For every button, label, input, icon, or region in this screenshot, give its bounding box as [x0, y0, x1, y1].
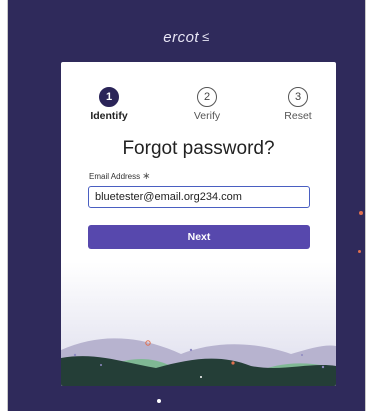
forgot-password-card: 1 Identify 2 Verify 3 Reset Forgot passw… — [61, 62, 336, 386]
step-reset: 3 Reset — [273, 87, 323, 122]
email-label: Email Address ∗ — [89, 171, 151, 182]
step-verify: 2 Verify — [182, 87, 232, 122]
step-identify-label: Identify — [90, 110, 128, 122]
ercot-logo-icon: ≤ — [202, 29, 210, 44]
step-identify: 1 Identify — [84, 87, 134, 122]
asterisk-icon: ∗ — [142, 171, 151, 182]
sparkle — [321, 365, 325, 369]
background-star — [359, 211, 363, 215]
app-window: ercot ≤ 1 Identify 2 Verify 3 Reset Forgo… — [7, 0, 366, 411]
brand-name: ercot — [163, 29, 200, 46]
step-verify-number: 2 — [197, 87, 217, 107]
step-identify-number: 1 — [99, 87, 119, 107]
sparkle — [200, 376, 202, 378]
step-verify-label: Verify — [193, 110, 221, 122]
brand-logo: ercot ≤ — [8, 29, 365, 46]
email-label-text: Email Address — [89, 172, 141, 181]
step-reset-label: Reset — [284, 110, 312, 122]
background-star — [358, 250, 361, 253]
sparkle — [189, 348, 193, 352]
page-title: Forgot password? — [122, 138, 275, 159]
sparkle — [100, 364, 102, 366]
background-star — [157, 399, 161, 403]
step-reset-number: 3 — [288, 87, 308, 107]
sparkle — [73, 353, 77, 357]
sparkle — [301, 354, 303, 356]
landscape-illustration — [61, 262, 336, 386]
email-field[interactable] — [88, 186, 310, 208]
sparkle — [231, 361, 235, 365]
next-button[interactable]: Next — [88, 225, 310, 249]
